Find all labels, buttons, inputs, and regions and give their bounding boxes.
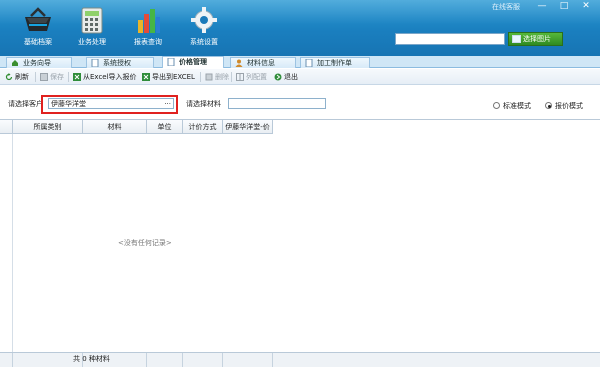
minimize-button[interactable]: — <box>531 0 553 12</box>
col-header-unit[interactable]: 单位 <box>147 120 183 134</box>
save-label: 保存 <box>50 73 64 81</box>
save-icon <box>40 73 48 81</box>
footer-summary: 共 0 种材料 <box>73 355 110 363</box>
footer-price-cell <box>223 353 273 367</box>
empty-records-text: <没有任何记录> <box>118 239 172 247</box>
footer-pricing-cell <box>183 353 223 367</box>
tool-settings[interactable]: 系统设置 <box>176 6 232 47</box>
mode-standard-label: 标准模式 <box>503 102 531 110</box>
delete-icon <box>205 73 213 81</box>
tab-material-info[interactable]: 材料信息 <box>230 57 296 68</box>
basket-icon <box>23 6 53 34</box>
col-header-material[interactable]: 材料 <box>83 120 147 134</box>
image-icon <box>512 35 521 43</box>
tool-label: 业务处理 <box>78 38 106 46</box>
exit-label: 退出 <box>284 73 298 81</box>
tab-system-auth[interactable]: 系统授权 <box>86 57 154 68</box>
excel-import-icon <box>73 73 81 81</box>
row-indicator-header <box>0 120 13 134</box>
mode-quote-radio[interactable]: 报价模式 <box>545 101 583 111</box>
import-excel-label: 从Excel导入报价 <box>83 73 137 81</box>
refresh-label: 刷新 <box>15 73 29 81</box>
document-icon <box>305 58 313 68</box>
mode-standard-radio[interactable]: 标准模式 <box>493 101 531 111</box>
radio-circle-selected <box>545 102 552 109</box>
refresh-button[interactable]: 刷新 <box>5 72 29 82</box>
close-button[interactable]: ✕ <box>575 0 597 12</box>
tab-label: 加工制作单 <box>317 59 352 67</box>
choose-image-label: 选择图片 <box>523 35 551 43</box>
toolbar-divider <box>200 72 201 82</box>
top-banner: 在线客服 — □ ✕ 基础档案 业务处理 报表查询 系统设置 选择图片 <box>0 0 600 56</box>
action-toolbar: 刷新 保存 从Excel导入报价 导出到EXCEL 删除 列配置 退出 <box>0 69 600 85</box>
tool-label: 基础档案 <box>24 38 52 46</box>
toolbar-divider <box>231 72 232 82</box>
tab-business-guide[interactable]: 业务向导 <box>6 57 72 68</box>
gear-icon <box>189 6 219 34</box>
exit-button[interactable]: 退出 <box>274 72 298 82</box>
bar-chart-icon <box>133 6 163 34</box>
document-icon <box>91 58 99 68</box>
export-excel-label: 导出到EXCEL <box>152 73 195 81</box>
window-controls: — □ ✕ <box>531 0 597 12</box>
tab-label: 价格管理 <box>179 58 207 66</box>
delete-label: 删除 <box>215 73 229 81</box>
excel-export-icon <box>142 73 150 81</box>
import-excel-button[interactable]: 从Excel导入报价 <box>73 72 137 82</box>
maximize-button[interactable]: □ <box>553 0 575 12</box>
customer-label: 请选择客户 <box>8 100 43 108</box>
calculator-icon <box>77 6 107 34</box>
online-service-link[interactable]: 在线客服 <box>492 2 520 12</box>
tool-reports[interactable]: 报表查询 <box>120 6 176 47</box>
footer-summary-cell: 共 0 种材料 <box>73 353 147 367</box>
export-excel-button[interactable]: 导出到EXCEL <box>142 72 195 82</box>
col-header-pricing-method[interactable]: 计价方式 <box>183 120 223 134</box>
choose-image-button[interactable]: 选择图片 <box>508 32 563 46</box>
tab-label: 材料信息 <box>247 59 275 67</box>
tab-bar: 业务向导 系统授权 价格管理 材料信息 加工制作单 <box>0 56 600 68</box>
tool-basic-records[interactable]: 基础档案 <box>10 6 66 47</box>
columns-icon <box>236 73 244 81</box>
material-input[interactable] <box>228 98 326 109</box>
tool-business[interactable]: 业务处理 <box>64 6 120 47</box>
row-indicator-column <box>0 134 13 353</box>
col-header-customer-price[interactable]: 伊藤华洋堂-价 <box>223 120 273 134</box>
delete-button[interactable]: 删除 <box>205 72 229 82</box>
tab-label: 业务向导 <box>23 59 51 67</box>
image-path-input[interactable] <box>395 33 505 45</box>
column-config-button[interactable]: 列配置 <box>236 72 267 82</box>
grid-header: 所属类别 材料 单位 计价方式 伊藤华洋堂-价 <box>0 120 273 134</box>
refresh-icon <box>5 73 13 81</box>
footer-indicator-cell <box>0 353 13 367</box>
tool-label: 报表查询 <box>134 38 162 46</box>
customer-highlight-box <box>41 95 178 114</box>
footer-unit-cell <box>147 353 183 367</box>
price-grid: 所属类别 材料 单位 计价方式 伊藤华洋堂-价 <没有任何记录> <box>0 119 600 353</box>
person-icon <box>235 59 243 67</box>
col-header-category[interactable]: 所属类别 <box>13 120 83 134</box>
radio-circle <box>493 102 500 109</box>
toolbar-divider <box>68 72 69 82</box>
mode-quote-label: 报价模式 <box>555 102 583 110</box>
toolbar-divider <box>35 72 36 82</box>
material-label: 请选择材料 <box>186 100 221 108</box>
tab-price-management[interactable]: 价格管理 <box>162 56 224 68</box>
save-button[interactable]: 保存 <box>40 72 64 82</box>
tab-processing-order[interactable]: 加工制作单 <box>300 57 370 68</box>
tab-label: 系统授权 <box>103 59 131 67</box>
exit-icon <box>274 73 282 81</box>
grid-footer: 共 0 种材料 <box>0 352 600 367</box>
home-icon <box>11 59 19 67</box>
document-icon <box>167 57 175 67</box>
tool-label: 系统设置 <box>190 38 218 46</box>
column-config-label: 列配置 <box>246 73 267 81</box>
